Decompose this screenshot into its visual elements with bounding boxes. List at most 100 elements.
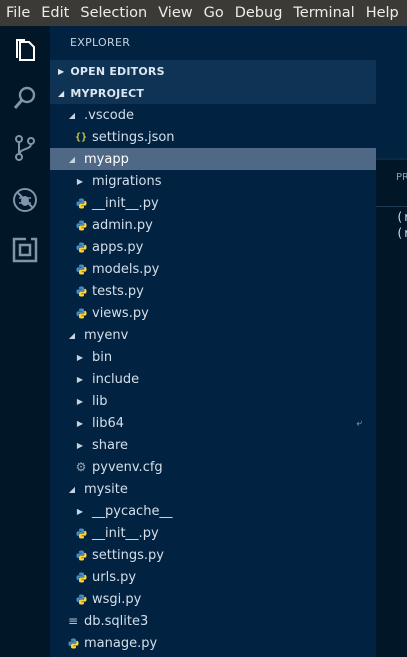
tree-item-label: settings.py	[92, 547, 164, 563]
files-icon	[16, 39, 35, 61]
tree-item-label: __init__.py	[92, 195, 159, 211]
file-init-py[interactable]: __init__.py	[50, 522, 376, 544]
project-header[interactable]: ◢ MYPROJECT	[50, 82, 376, 104]
file-pyvenv-cfg[interactable]: ⚙ pyvenv.cfg	[50, 456, 376, 478]
python-file-icon	[66, 637, 80, 649]
folder-pycache[interactable]: ▶ __pycache__	[50, 500, 376, 522]
tree-item-label: admin.py	[92, 217, 153, 233]
debug-button[interactable]	[0, 176, 50, 224]
folder-myenv[interactable]: ◢ myenv	[50, 324, 376, 346]
menu-debug[interactable]: Debug	[230, 0, 289, 26]
python-file-icon	[74, 527, 88, 539]
chevron-right-icon[interactable]: ▶	[74, 441, 86, 450]
file-models-py[interactable]: models.py	[50, 258, 376, 280]
tree-item-label: pyvenv.cfg	[92, 459, 163, 475]
python-file-icon	[74, 549, 88, 561]
chevron-right-icon[interactable]: ▶	[74, 419, 86, 428]
open-editors-label: OPEN EDITORS	[70, 64, 165, 78]
folder-include[interactable]: ▶ include	[50, 368, 376, 390]
tree-item-label: migrations	[92, 173, 162, 189]
menu-help[interactable]: Help	[361, 0, 405, 26]
folder-migrations[interactable]: ▶ migrations	[50, 170, 376, 192]
debug-icon	[13, 188, 37, 212]
chevron-down-icon[interactable]: ◢	[66, 331, 78, 340]
search-button[interactable]	[0, 74, 50, 122]
python-file-icon	[74, 285, 88, 297]
tree-item-label: bin	[92, 349, 113, 365]
tree-item-label: __init__.py	[92, 525, 159, 541]
file-settings-py[interactable]: settings.py	[50, 544, 376, 566]
menu-file[interactable]: File	[0, 0, 36, 26]
editor-tabs-area	[376, 26, 407, 158]
file-manage-py[interactable]: manage.py	[50, 632, 376, 654]
tree-item-label: apps.py	[92, 239, 144, 255]
python-file-icon	[74, 219, 88, 231]
tree-item-label: models.py	[92, 261, 160, 277]
open-editors-header[interactable]: ▶ OPEN EDITORS	[50, 60, 376, 82]
terminal-line: (r	[396, 210, 407, 224]
file-admin-py[interactable]: admin.py	[50, 214, 376, 236]
folder-mysite[interactable]: ◢ mysite	[50, 478, 376, 500]
tree-item-label: urls.py	[92, 569, 137, 585]
file-views-py[interactable]: views.py	[50, 302, 376, 324]
chevron-right-icon[interactable]: ▶	[74, 397, 86, 406]
python-file-icon	[74, 197, 88, 209]
tree-item-label: manage.py	[84, 635, 158, 651]
file-init-py[interactable]: __init__.py	[50, 192, 376, 214]
menu-selection[interactable]: Selection	[75, 0, 153, 26]
folder-lib64[interactable]: ▶ lib64 ⤶	[50, 412, 376, 434]
extensions-icon	[12, 237, 38, 263]
menu-terminal[interactable]: Terminal	[288, 0, 360, 26]
folder-bin[interactable]: ▶ bin	[50, 346, 376, 368]
chevron-right-icon[interactable]: ▶	[74, 507, 86, 516]
symlink-icon: ⤶	[356, 417, 362, 429]
tree-item-label: tests.py	[92, 283, 144, 299]
chevron-down-icon[interactable]: ◢	[66, 155, 78, 164]
tree-item-label: lib	[92, 393, 108, 409]
chevron-right-icon[interactable]: ▶	[74, 353, 86, 362]
tree-item-label: .vscode	[84, 107, 134, 123]
chevron-down-icon[interactable]: ◢	[66, 111, 78, 120]
explorer-button[interactable]	[0, 26, 50, 74]
python-file-icon	[74, 593, 88, 605]
tree-item-label: lib64	[92, 415, 125, 431]
explorer-sidebar: EXPLORER ▶ OPEN EDITORS ◢ MYPROJECT ◢ .vs…	[50, 26, 376, 657]
source-control-button[interactable]	[0, 124, 50, 172]
search-icon	[13, 86, 36, 109]
activity-bar	[0, 26, 50, 657]
python-file-icon	[74, 241, 88, 253]
folder-lib[interactable]: ▶ lib	[50, 390, 376, 412]
tree-item-label: views.py	[92, 305, 149, 321]
extensions-button[interactable]	[0, 226, 50, 274]
tree-item-label: settings.json	[92, 129, 175, 145]
chevron-down-icon: ◢	[58, 88, 65, 98]
tree-item-label: __pycache__	[92, 503, 173, 519]
file-tests-py[interactable]: tests.py	[50, 280, 376, 302]
json-file-icon: {}	[74, 131, 88, 143]
menu-go[interactable]: Go	[199, 0, 230, 26]
tree-item-label: share	[92, 437, 129, 453]
file-apps-py[interactable]: apps.py	[50, 236, 376, 258]
terminal-line: (r	[396, 226, 407, 240]
chevron-right-icon[interactable]: ▶	[74, 375, 86, 384]
sidebar-title: EXPLORER	[70, 36, 131, 49]
file-wsgi-py[interactable]: wsgi.py	[50, 588, 376, 610]
gear-icon: ⚙	[75, 460, 87, 474]
file-urls-py[interactable]: urls.py	[50, 566, 376, 588]
text-file-icon: ≡	[67, 614, 79, 628]
tree-item-label: db.sqlite3	[84, 613, 149, 629]
folder-myapp[interactable]: ◢ myapp	[50, 148, 376, 170]
folder-share[interactable]: ▶ share	[50, 434, 376, 456]
project-label: MYPROJECT	[70, 86, 145, 100]
chevron-down-icon[interactable]: ◢	[66, 485, 78, 494]
chevron-right-icon: ▶	[58, 66, 65, 76]
folder-vscode[interactable]: ◢ .vscode	[50, 104, 376, 126]
tree-item-label: wsgi.py	[92, 591, 142, 607]
file-settings-json[interactable]: {} settings.json	[50, 126, 376, 148]
tree-item-label: myapp	[84, 151, 129, 167]
file-db-sqlite3[interactable]: ≡ db.sqlite3	[50, 610, 376, 632]
chevron-right-icon[interactable]: ▶	[74, 177, 86, 186]
menu-edit[interactable]: Edit	[36, 0, 75, 26]
panel-title[interactable]: PR	[396, 172, 407, 183]
menu-view[interactable]: View	[153, 0, 198, 26]
